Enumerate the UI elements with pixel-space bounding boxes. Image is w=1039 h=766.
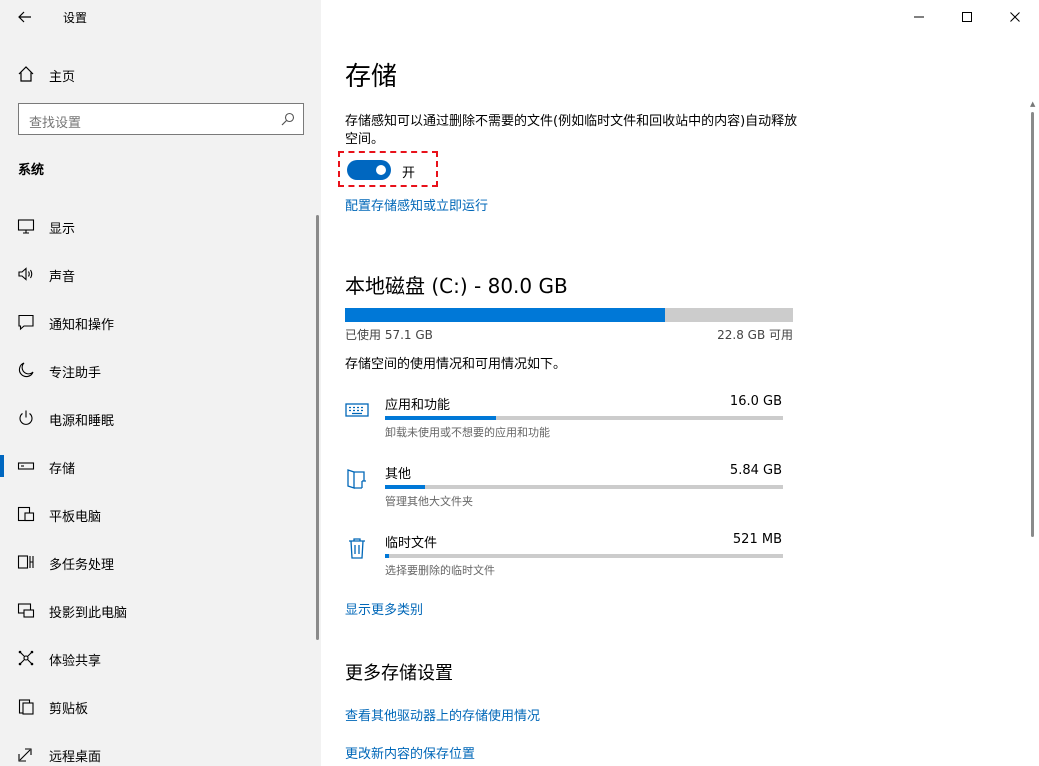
sidebar-item-label: 多任务处理: [49, 558, 115, 573]
back-arrow-icon: [18, 11, 31, 23]
notification-icon: [18, 314, 34, 331]
change-save-location-link[interactable]: 更改新内容的保存位置: [345, 743, 475, 762]
sidebar-nav: 显示 声音 通知和操作 专注助手 电源和睡眠 存储 平板电脑 多任务处理 投影到…: [0, 202, 321, 766]
maximize-icon: [962, 12, 972, 22]
show-more-categories-link[interactable]: 显示更多类别: [345, 599, 423, 618]
category-apps[interactable]: 应用和功能 16.0 GB 卸载未使用或不想要的应用和功能: [345, 394, 785, 444]
disk-usage-bar: [345, 308, 793, 322]
category-bar-fill: [385, 416, 497, 420]
close-icon: [1010, 12, 1020, 22]
sidebar-item-label: 体验共享: [49, 654, 102, 669]
clipboard-icon: [18, 699, 34, 715]
project-icon: [17, 603, 35, 618]
category-temp-files[interactable]: 临时文件 521 MB 选择要删除的临时文件: [345, 532, 785, 582]
sidebar-item-label: 剪贴板: [49, 702, 89, 717]
toggle-knob: [376, 165, 386, 175]
sidebar-item-label: 通知和操作: [49, 318, 115, 333]
category-size: 521 MB: [732, 532, 782, 547]
category-name: 其他: [385, 467, 412, 482]
category-other[interactable]: 其他 5.84 GB 管理其他大文件夹: [345, 463, 785, 513]
share-icon: [18, 650, 34, 666]
storage-sense-toggle-highlight: 开: [338, 151, 438, 187]
sidebar-item-project[interactable]: 投影到此电脑: [0, 586, 321, 634]
search-placeholder: 查找设置: [29, 116, 82, 131]
sidebar-item-notifications[interactable]: 通知和操作: [0, 298, 321, 346]
sidebar-item-power[interactable]: 电源和睡眠: [0, 394, 321, 442]
home-label: 主页: [49, 70, 76, 85]
sidebar: 设置 主页 查找设置 系统 显示 声音 通知和操作 专注助手 电源和睡眠 存储 …: [0, 0, 321, 766]
toggle-state-label: 开: [402, 166, 416, 181]
category-bar: [385, 554, 783, 558]
sidebar-item-tablet[interactable]: 平板电脑: [0, 490, 321, 538]
title-bar-left: 设置: [0, 0, 321, 34]
sidebar-item-focus-assist[interactable]: 专注助手: [0, 346, 321, 394]
sidebar-item-label: 电源和睡眠: [49, 414, 115, 429]
view-other-drives-link[interactable]: 查看其他驱动器上的存储使用情况: [345, 705, 540, 724]
disk-usage-fill: [345, 308, 665, 322]
category-name: 应用和功能: [385, 398, 451, 413]
monitor-icon: [17, 219, 35, 234]
sidebar-item-remote-desktop[interactable]: 远程桌面: [0, 730, 321, 766]
sidebar-item-label: 专注助手: [49, 366, 102, 381]
search-input[interactable]: 查找设置: [18, 103, 304, 135]
section-header-system: 系统: [18, 163, 45, 178]
category-bar: [385, 416, 783, 420]
active-indicator: [0, 455, 4, 477]
back-button[interactable]: [12, 6, 38, 28]
search-icon: [281, 112, 295, 126]
disk-title: 本地磁盘 (C:) - 80.0 GB: [345, 274, 568, 298]
app-title: 设置: [63, 11, 88, 25]
more-storage-settings-title: 更多存储设置: [345, 663, 453, 684]
sidebar-item-label: 平板电脑: [49, 510, 102, 525]
disk-free-label: 22.8 GB 可用: [717, 328, 793, 342]
speaker-icon: [18, 267, 33, 281]
category-bar: [385, 485, 783, 489]
minimize-button[interactable]: [896, 0, 942, 34]
storage-sense-description: 存储感知可以通过删除不需要的文件(例如临时文件和回收站中的内容)自动释放空间。: [345, 114, 798, 147]
sidebar-item-clipboard[interactable]: 剪贴板: [0, 682, 321, 730]
sidebar-scrollbar[interactable]: [316, 215, 319, 640]
home-nav-item[interactable]: 主页: [0, 58, 321, 90]
category-size: 5.84 GB: [729, 463, 782, 478]
multitask-icon: [17, 555, 34, 569]
keyboard-icon: [345, 403, 369, 417]
storage-icon: [17, 462, 35, 470]
category-subtitle: 管理其他大文件夹: [385, 495, 473, 508]
category-bar-fill: [385, 485, 425, 489]
sidebar-item-label: 声音: [49, 270, 76, 285]
category-subtitle: 选择要删除的临时文件: [385, 564, 495, 577]
sidebar-item-label: 远程桌面: [49, 750, 102, 765]
sidebar-item-multitasking[interactable]: 多任务处理: [0, 538, 321, 586]
storage-sense-toggle[interactable]: [347, 160, 391, 180]
category-bar-fill: [385, 554, 389, 558]
sidebar-item-label: 显示: [49, 222, 76, 237]
moon-icon: [18, 362, 34, 378]
main-scrollbar[interactable]: [1031, 112, 1034, 537]
power-icon: [19, 410, 33, 425]
sidebar-item-display[interactable]: 显示: [0, 202, 321, 250]
sidebar-item-storage[interactable]: 存储: [0, 442, 321, 490]
scroll-up-arrow-icon[interactable]: ▲: [1030, 100, 1035, 108]
category-size: 16.0 GB: [729, 394, 782, 409]
close-button[interactable]: [992, 0, 1038, 34]
trash-icon: [349, 538, 365, 559]
category-subtitle: 卸载未使用或不想要的应用和功能: [385, 426, 550, 439]
sidebar-item-shared-experiences[interactable]: 体验共享: [0, 634, 321, 682]
remote-desktop-icon: [18, 748, 32, 762]
maximize-button[interactable]: [944, 0, 990, 34]
minimize-icon: [914, 16, 924, 18]
page-title: 存储: [345, 62, 398, 92]
main-content: 存储 存储感知可以通过删除不需要的文件(例如临时文件和回收站中的内容)自动释放空…: [321, 0, 1039, 766]
configure-storage-sense-link[interactable]: 配置存储感知或立即运行: [345, 195, 488, 214]
home-icon: [18, 66, 34, 82]
tablet-icon: [17, 506, 35, 522]
folder-icon: [347, 469, 366, 489]
sidebar-item-sound[interactable]: 声音: [0, 250, 321, 298]
category-name: 临时文件: [385, 536, 438, 551]
disk-used-label: 已使用 57.1 GB: [345, 328, 433, 342]
sidebar-item-label: 投影到此电脑: [49, 606, 128, 621]
usage-description: 存储空间的使用情况和可用情况如下。: [345, 357, 567, 372]
sidebar-item-label: 存储: [49, 462, 76, 477]
